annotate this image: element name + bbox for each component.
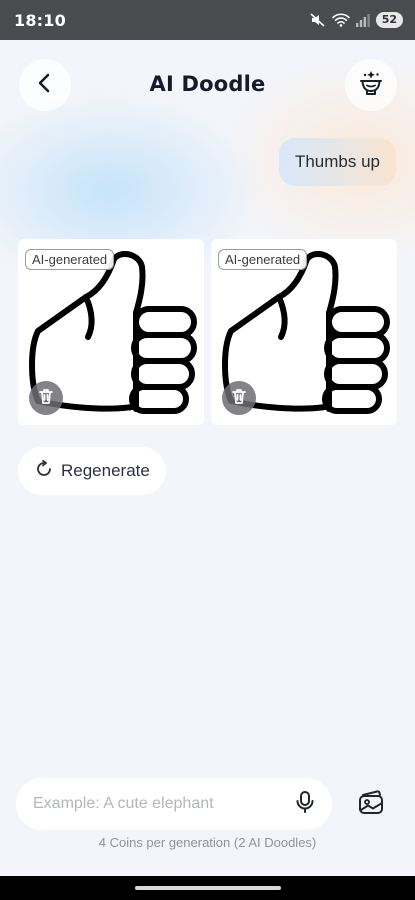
chevron-left-icon [34,72,56,99]
image-gallery-icon [357,789,385,820]
mute-icon [310,13,326,27]
trash-icon [230,387,248,410]
doodle-collection-button[interactable] [345,59,397,111]
ai-generated-badge: AI-generated [218,249,308,270]
doodle-result-1[interactable]: AI-generated [18,239,204,425]
voice-input-button[interactable] [292,790,318,819]
doodle-result-2[interactable]: AI-generated [211,239,397,425]
prompt-input-container [16,778,332,830]
top-bar: AI Doodle [0,56,415,112]
prompt-input[interactable] [33,795,292,813]
regenerate-label: Regenerate [61,461,150,480]
status-icons: 52 [310,12,403,28]
status-bar: 18:10 52 [0,0,415,40]
battery-icon: 52 [375,12,403,28]
image-upload-button[interactable] [352,786,390,822]
signal-icon [355,13,370,27]
status-time: 18:10 [14,10,66,30]
ai-generated-badge: AI-generated [25,249,115,270]
regenerate-button[interactable]: Regenerate [18,447,166,495]
system-nav-bar [0,876,415,900]
wifi-icon [331,13,350,27]
coins-note: 4 Coins per generation (2 AI Doodles) [98,835,317,850]
bowl-sparkle-icon [357,69,385,102]
page-title: AI Doodle [149,72,266,96]
user-message-bubble: Thumbs up [278,138,396,186]
microphone-icon [294,790,316,819]
delete-button[interactable] [29,381,63,415]
refresh-icon [35,459,53,483]
home-indicator[interactable] [134,886,281,890]
trash-icon [37,387,55,410]
delete-button[interactable] [222,381,256,415]
back-button[interactable] [19,59,71,111]
